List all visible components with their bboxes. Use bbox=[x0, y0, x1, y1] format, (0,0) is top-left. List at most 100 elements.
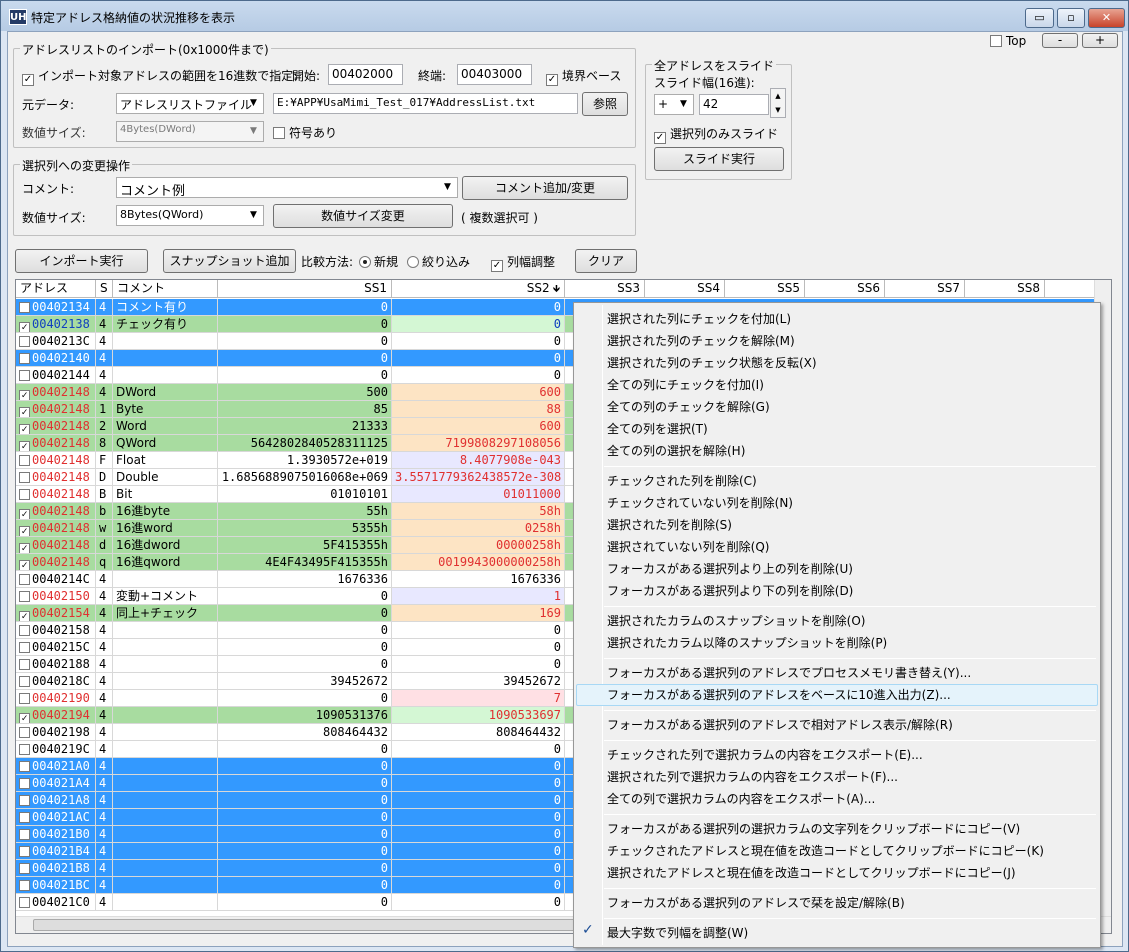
address-cell[interactable]: 00402148 bbox=[16, 486, 96, 502]
menu-item[interactable]: 全ての列の選択を解除(H) bbox=[607, 441, 745, 461]
row-checkbox[interactable] bbox=[19, 693, 30, 704]
address-cell[interactable]: 00402150 bbox=[16, 588, 96, 604]
menu-item[interactable]: 全ての列で選択カラムの内容をエクスポート(A)... bbox=[607, 789, 875, 809]
address-cell[interactable]: 00402190 bbox=[16, 690, 96, 706]
path-input[interactable]: E:¥APP¥UsaMimi_Test_017¥AddressList.txt bbox=[273, 93, 578, 114]
menu-item[interactable]: フォーカスがある選択列より上の列を削除(U) bbox=[607, 559, 853, 579]
comment-combo[interactable]: コメント例 ▼ bbox=[116, 177, 458, 198]
column-header-ss8[interactable]: SS8 bbox=[965, 280, 1045, 298]
menu-item[interactable]: 選択されたカラム以降のスナップショットを削除(P) bbox=[607, 633, 887, 653]
row-check-icon[interactable]: ✓ bbox=[19, 441, 30, 451]
address-cell[interactable]: 004021BC bbox=[16, 877, 96, 893]
spin-up-icon[interactable]: ▲ bbox=[771, 89, 785, 103]
row-checkbox[interactable] bbox=[19, 336, 30, 347]
address-cell[interactable]: 004021B8 bbox=[16, 860, 96, 876]
menu-item[interactable]: 選択されていない列を削除(Q) bbox=[607, 537, 769, 557]
menu-item[interactable]: 最大字数で列幅を調整(W) bbox=[607, 923, 748, 943]
address-cell[interactable]: 0040219C bbox=[16, 741, 96, 757]
compare-new-radio[interactable]: 新規 bbox=[359, 253, 398, 270]
minimize-button[interactable]: ▭ bbox=[1025, 8, 1054, 28]
chevron-down-icon[interactable]: ▼ bbox=[676, 97, 691, 112]
row-checkbox[interactable] bbox=[19, 659, 30, 670]
add-snapshot-button[interactable]: スナップショット追加 bbox=[163, 249, 296, 273]
address-cell[interactable]: ✓ 00402194 bbox=[16, 707, 96, 723]
menu-item[interactable]: 選択された列のチェック状態を反転(X) bbox=[607, 353, 817, 373]
address-cell[interactable]: 00402198 bbox=[16, 724, 96, 740]
row-checkbox[interactable] bbox=[19, 778, 30, 789]
row-checkbox[interactable] bbox=[19, 625, 30, 636]
row-checkbox[interactable] bbox=[19, 676, 30, 687]
start-input[interactable]: 00402000 bbox=[328, 64, 403, 85]
import-execute-button[interactable]: インポート実行 bbox=[15, 249, 148, 273]
row-checkbox[interactable] bbox=[19, 744, 30, 755]
clear-button[interactable]: クリア bbox=[575, 249, 637, 273]
menu-item[interactable]: フォーカスがある選択列より下の列を削除(D) bbox=[607, 581, 853, 601]
address-cell[interactable]: ✓ 00402148 bbox=[16, 435, 96, 451]
title-bar[interactable]: UH 特定アドレス格納値の状況推移を表示 ▭ ▫ ✕ bbox=[1, 1, 1128, 31]
menu-item[interactable]: 選択された列を削除(S) bbox=[607, 515, 732, 535]
address-cell[interactable]: ✓ 00402148 bbox=[16, 401, 96, 417]
address-cell[interactable]: ✓ 00402148 bbox=[16, 418, 96, 434]
change-size-button[interactable]: 数値サイズ変更 bbox=[273, 204, 453, 228]
radio-unselected-icon[interactable] bbox=[407, 256, 419, 268]
address-cell[interactable]: 00402158 bbox=[16, 622, 96, 638]
row-checkbox[interactable] bbox=[19, 880, 30, 891]
spin-down-icon[interactable]: ▼ bbox=[771, 103, 785, 117]
range-check-icon[interactable]: ✓ bbox=[22, 74, 34, 86]
address-cell[interactable]: ✓ 00402148 bbox=[16, 503, 96, 519]
column-header-アドレス[interactable]: アドレス bbox=[16, 280, 96, 298]
row-check-icon[interactable]: ✓ bbox=[19, 424, 30, 434]
top-checkbox[interactable]: Top bbox=[990, 34, 1026, 48]
menu-item[interactable]: フォーカスがある選択列のアドレスでプロセスメモリ書き替え(Y)... bbox=[607, 663, 971, 683]
row-checkbox[interactable] bbox=[19, 591, 30, 602]
address-cell[interactable]: ✓ 00402148 bbox=[16, 537, 96, 553]
address-cell[interactable]: ✓ 00402148 bbox=[16, 554, 96, 570]
row-checkbox[interactable] bbox=[19, 302, 30, 313]
address-cell[interactable]: 004021A0 bbox=[16, 758, 96, 774]
address-cell[interactable]: 004021B4 bbox=[16, 843, 96, 859]
row-check-icon[interactable]: ✓ bbox=[19, 526, 30, 536]
row-checkbox[interactable] bbox=[19, 829, 30, 840]
radio-selected-icon[interactable] bbox=[359, 256, 371, 268]
colwidth-check-icon[interactable]: ✓ bbox=[491, 260, 503, 272]
row-checkbox[interactable] bbox=[19, 353, 30, 364]
maximize-button[interactable]: ▫ bbox=[1057, 8, 1085, 28]
end-input[interactable]: 00403000 bbox=[457, 64, 532, 85]
column-header-ss4[interactable]: SS4 bbox=[645, 280, 725, 298]
row-checkbox[interactable] bbox=[19, 472, 30, 483]
import-size-select[interactable]: 4Bytes(DWord) ▼ bbox=[116, 121, 264, 142]
row-checkbox[interactable] bbox=[19, 812, 30, 823]
signed-checkbox[interactable]: 符号あり bbox=[273, 124, 337, 141]
row-checkbox[interactable] bbox=[19, 727, 30, 738]
menu-item[interactable]: フォーカスがある選択列のアドレスで相対アドレス表示/解除(R) bbox=[607, 715, 953, 735]
column-header-コメント[interactable]: コメント bbox=[113, 280, 218, 298]
signed-check-box[interactable] bbox=[273, 127, 285, 139]
address-cell[interactable]: 0040213C bbox=[16, 333, 96, 349]
row-checkbox[interactable] bbox=[19, 761, 30, 772]
column-header-ss2[interactable]: SS2 🡻 bbox=[392, 280, 565, 298]
address-cell[interactable]: 00402188 bbox=[16, 656, 96, 672]
address-cell[interactable]: 0040215C bbox=[16, 639, 96, 655]
row-checkbox[interactable] bbox=[19, 642, 30, 653]
context-menu[interactable]: 選択された列にチェックを付加(L) 選択された列のチェックを解除(M) 選択された列… bbox=[573, 302, 1101, 948]
row-check-icon[interactable]: ✓ bbox=[19, 407, 30, 417]
compare-filter-radio[interactable]: 絞り込み bbox=[407, 253, 470, 270]
address-cell[interactable]: 0040214C bbox=[16, 571, 96, 587]
address-cell[interactable]: 00402148 bbox=[16, 452, 96, 468]
menu-item[interactable]: 全ての列のチェックを解除(G) bbox=[607, 397, 770, 417]
row-check-icon[interactable]: ✓ bbox=[19, 509, 30, 519]
colwidth-checkbox[interactable]: ✓ 列幅調整 bbox=[491, 253, 555, 272]
address-cell[interactable]: 00402134 bbox=[16, 299, 96, 315]
chevron-down-icon[interactable]: ▼ bbox=[246, 208, 261, 223]
menu-item[interactable]: チェックされていない列を削除(N) bbox=[607, 493, 793, 513]
menu-item[interactable]: フォーカスがある選択列の選択カラムの文字列をクリップボードにコピー(V) bbox=[607, 819, 1020, 839]
row-checkbox[interactable] bbox=[19, 489, 30, 500]
address-cell[interactable]: 004021A4 bbox=[16, 775, 96, 791]
address-cell[interactable]: 004021C0 bbox=[16, 894, 96, 910]
menu-item[interactable]: 選択されたカラムのスナップショットを削除(O) bbox=[607, 611, 865, 631]
slide-width-input[interactable]: 42 bbox=[699, 94, 769, 115]
row-checkbox[interactable] bbox=[19, 897, 30, 908]
row-checkbox[interactable] bbox=[19, 455, 30, 466]
address-cell[interactable]: 004021A8 bbox=[16, 792, 96, 808]
chevron-down-icon[interactable]: ▼ bbox=[246, 124, 261, 139]
